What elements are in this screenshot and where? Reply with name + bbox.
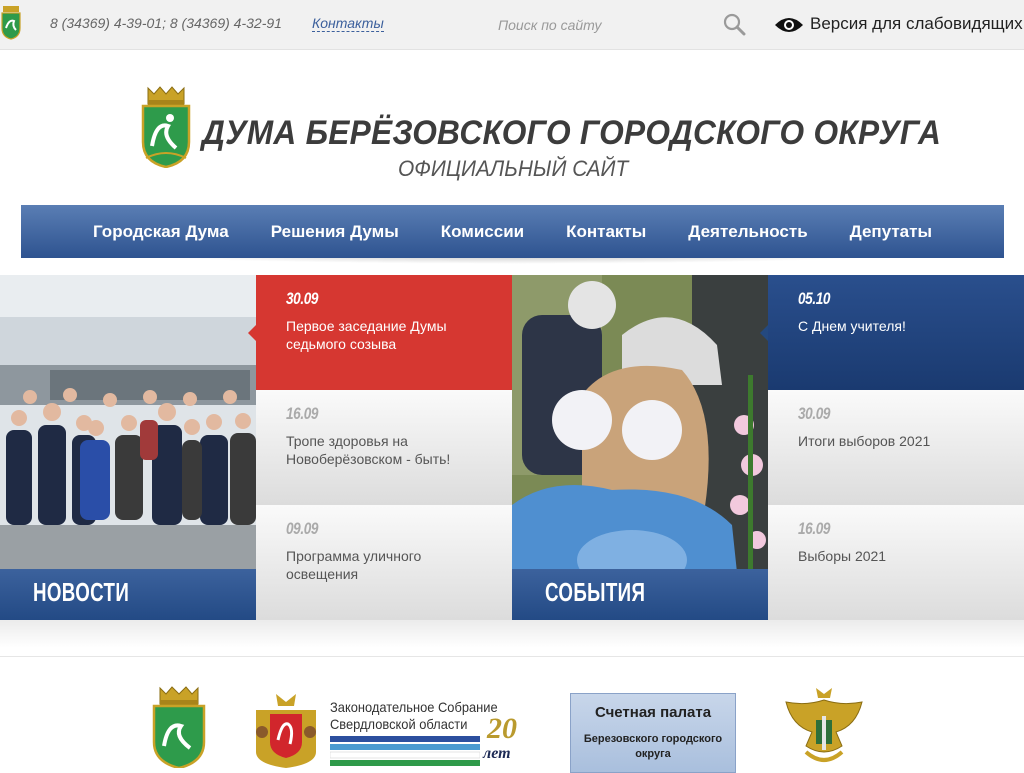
nav-item-contacts[interactable]: Контакты — [545, 222, 667, 242]
tricolor-flag-stripe — [330, 736, 480, 766]
site-title: ДУМА БЕРЁЗОВСКОГО ГОРОДСКОГО ОКРУГА — [202, 114, 942, 152]
footer-divider — [0, 656, 1024, 657]
events-section-label[interactable]: СОБЫТИЯ — [512, 569, 768, 620]
nav-item-activity[interactable]: Деятельность — [667, 222, 828, 242]
sp-line2: округа — [635, 748, 671, 760]
event-title[interactable]: Итоги выборов 2021 — [798, 432, 1008, 450]
news-events-grid: НОВОСТИ 30.09 Первое заседание Думы седь… — [0, 275, 1024, 620]
event-item[interactable]: 30.09 Итоги выборов 2021 — [768, 390, 1024, 505]
low-vision-version-link[interactable]: Версия для слабовидящих — [810, 14, 1023, 34]
contacts-link[interactable]: Контакты — [312, 15, 384, 32]
event-item[interactable]: 05.10 С Днем учителя! — [760, 275, 1024, 390]
news-label-text: НОВОСТИ — [33, 577, 130, 607]
sverdlovsk-emblem-icon[interactable] — [248, 692, 324, 768]
zs-title-line1: Законодательное Собрание — [330, 699, 498, 715]
sp-title: Счетная палата — [594, 704, 712, 721]
anniversary-badge: 20 лет — [483, 712, 523, 768]
main-navigation: Городская Дума Решения Думы Комиссии Кон… — [21, 205, 1004, 258]
news-item[interactable]: 16.09 Тропе здоровья на Новоберёзовском … — [256, 390, 512, 505]
event-date: 16.09 — [798, 519, 831, 538]
news-item[interactable]: 09.09 Программа уличного освещения — [256, 505, 512, 620]
events-label-text: СОБЫТИЯ — [545, 577, 646, 607]
top-bar: 8 (34369) 4-39-01; 8 (34369) 4-32-91 Кон… — [0, 0, 1024, 50]
nav-item-deputies[interactable]: Депутаты — [829, 222, 953, 242]
coat-of-arms-icon[interactable] — [152, 686, 206, 768]
legislative-assembly-link[interactable]: Законодательное Собрание Свердловской об… — [330, 699, 498, 733]
news-title[interactable]: Первое заседание Думы седьмого созыва — [286, 317, 496, 353]
accounts-chamber-banner[interactable]: Счетная палата Березовского городского о… — [570, 693, 736, 773]
anniversary-word: лет — [483, 745, 511, 762]
grid-shadow — [0, 620, 1024, 648]
eye-icon[interactable] — [774, 14, 804, 36]
active-pointer — [760, 325, 768, 341]
event-item[interactable]: 16.09 Выборы 2021 — [768, 505, 1024, 620]
event-date: 30.09 — [798, 404, 831, 423]
active-pointer — [248, 325, 256, 341]
anniversary-number: 20 — [487, 712, 517, 745]
coat-of-arms-icon[interactable] — [0, 4, 22, 40]
nav-item-commissions[interactable]: Комиссии — [420, 222, 545, 242]
site-subtitle: ОФИЦИАЛЬНЫЙ САЙТ — [398, 156, 629, 181]
nav-item-city-duma[interactable]: Городская Дума — [72, 222, 250, 242]
news-title[interactable]: Программа уличного освещения — [286, 547, 496, 583]
event-date: 05.10 — [798, 289, 831, 308]
news-title[interactable]: Тропе здоровья на Новоберёзовском - быть… — [286, 432, 496, 468]
sp-line1: Березовского городского — [583, 733, 723, 745]
news-date: 16.09 — [286, 404, 319, 423]
zs-title-line2: Свердловской области — [330, 716, 468, 732]
search-icon[interactable] — [722, 12, 746, 36]
news-section-label[interactable]: НОВОСТИ — [0, 569, 256, 620]
phone-numbers: 8 (34369) 4-39-01; 8 (34369) 4-32-91 — [50, 15, 282, 31]
double-eagle-emblem-icon[interactable] — [776, 686, 872, 768]
event-title[interactable]: Выборы 2021 — [798, 547, 1008, 565]
news-item[interactable]: 30.09 Первое заседание Думы седьмого соз… — [248, 275, 512, 390]
news-date: 30.09 — [286, 289, 319, 308]
coat-of-arms-icon[interactable] — [140, 86, 192, 168]
news-date: 09.09 — [286, 519, 319, 538]
event-title[interactable]: С Днем учителя! — [798, 317, 1008, 335]
search-input[interactable] — [492, 10, 752, 40]
nav-item-decisions[interactable]: Решения Думы — [250, 222, 420, 242]
